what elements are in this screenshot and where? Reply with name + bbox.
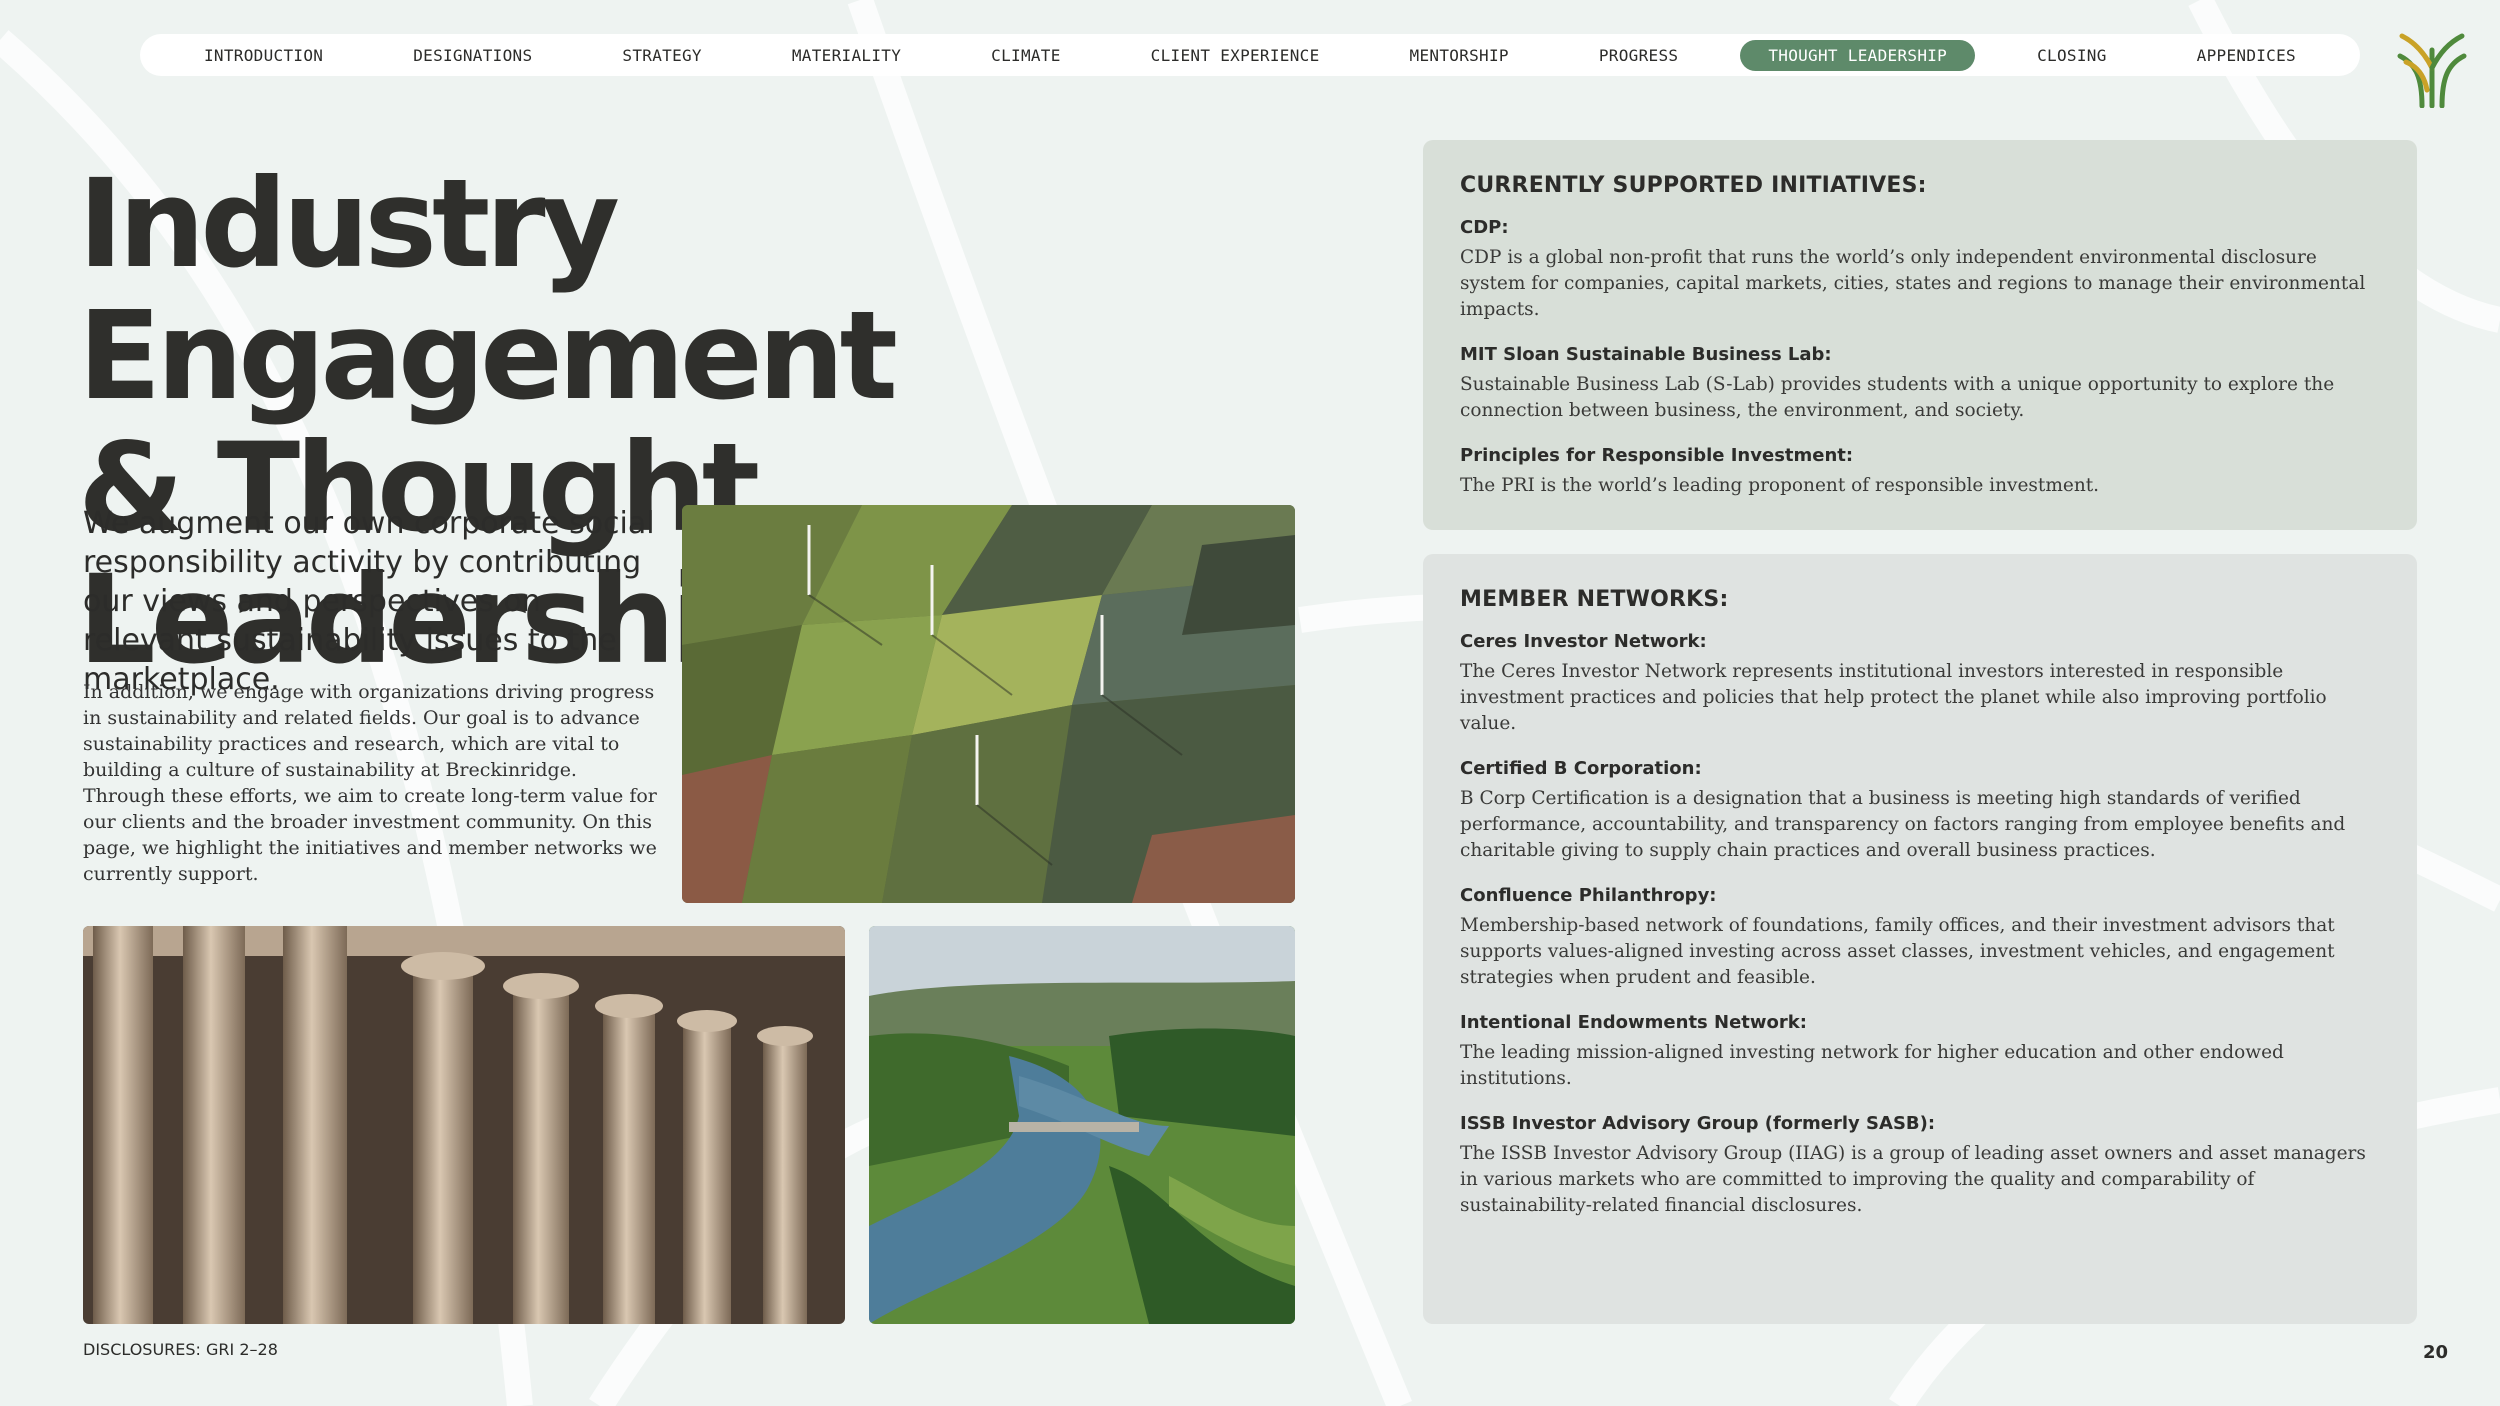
nav-item-client-experience[interactable]: CLIENT EXPERIENCE [1123,40,1348,71]
network-name: Ceres Investor Network: [1460,631,1707,652]
intro-body: In addition, we engage with organization… [83,681,657,885]
columns-photo [83,926,845,1324]
network-desc: The ISSB Investor Advisory Group (IIAG) … [1460,1143,2366,1216]
networks-heading: MEMBER NETWORKS: [1460,587,1729,612]
aerial-farmland-photo [682,505,1295,903]
networks-panel: MEMBER NETWORKS: Ceres Investor Network:… [1423,554,2417,1324]
network-name: Certified B Corporation: [1460,758,1702,779]
initiative-name: Principles for Responsible Investment: [1460,445,1854,466]
initiative-item: MIT Sloan Sustainable Business Lab: Sust… [1460,343,2381,424]
initiative-item: CDP: CDP is a global non-profit that run… [1460,216,2381,323]
network-desc: The Ceres Investor Network represents in… [1460,661,2327,734]
initiative-desc: Sustainable Business Lab (S-Lab) provide… [1460,374,2335,421]
initiative-name: MIT Sloan Sustainable Business Lab: [1460,344,1832,365]
intro-lead: We augment our own corporate social resp… [83,506,655,697]
network-item: Intentional Endowments Network: The lead… [1460,1011,2381,1092]
page-title-line-1: Industry Engagement [78,153,898,427]
network-desc: B Corp Certification is a designation th… [1460,788,2346,861]
nav-item-strategy[interactable]: STRATEGY [594,40,729,71]
network-desc: Membership-based network of foundations,… [1460,915,2335,988]
network-item: Ceres Investor Network: The Ceres Invest… [1460,630,2381,737]
network-item: Certified B Corporation: B Corp Certific… [1460,757,2381,864]
page-number: 20 [2422,1342,2448,1363]
section-nav: INTRODUCTION DESIGNATIONS STRATEGY MATER… [140,34,2360,76]
disclosures-note: DISCLOSURES: GRI 2–28 [83,1340,278,1359]
nav-item-designations[interactable]: DESIGNATIONS [385,40,560,71]
nav-item-progress[interactable]: PROGRESS [1571,40,1706,71]
initiatives-heading: CURRENTLY SUPPORTED INITIATIVES: [1460,173,1927,198]
network-name: Confluence Philanthropy: [1460,885,1717,906]
network-name: Intentional Endowments Network: [1460,1012,1807,1033]
nav-item-climate[interactable]: CLIMATE [963,40,1089,71]
initiative-item: Principles for Responsible Investment: T… [1460,444,2381,499]
network-item: ISSB Investor Advisory Group (formerly S… [1460,1112,2381,1219]
initiative-desc: The PRI is the world’s leading proponent… [1460,475,2100,496]
initiative-desc: CDP is a global non-profit that runs the… [1460,247,2366,320]
network-name: ISSB Investor Advisory Group (formerly S… [1460,1113,1936,1134]
nav-item-introduction[interactable]: INTRODUCTION [176,40,351,71]
network-item: Confluence Philanthropy: Membership-base… [1460,884,2381,991]
nav-item-closing[interactable]: CLOSING [2009,40,2135,71]
nav-item-thought-leadership[interactable]: THOUGHT LEADERSHIP [1740,39,1976,71]
network-desc: The leading mission-aligned investing ne… [1460,1042,2284,1089]
initiative-name: CDP: [1460,217,1509,238]
wheat-stalk-icon[interactable] [2396,28,2468,108]
nav-item-appendices[interactable]: APPENDICES [2169,40,2324,71]
nav-item-materiality[interactable]: MATERIALITY [764,40,929,71]
initiatives-panel: CURRENTLY SUPPORTED INITIATIVES: CDP: CD… [1423,140,2417,530]
river-valley-photo [869,926,1295,1324]
nav-item-mentorship[interactable]: MENTORSHIP [1382,40,1537,71]
